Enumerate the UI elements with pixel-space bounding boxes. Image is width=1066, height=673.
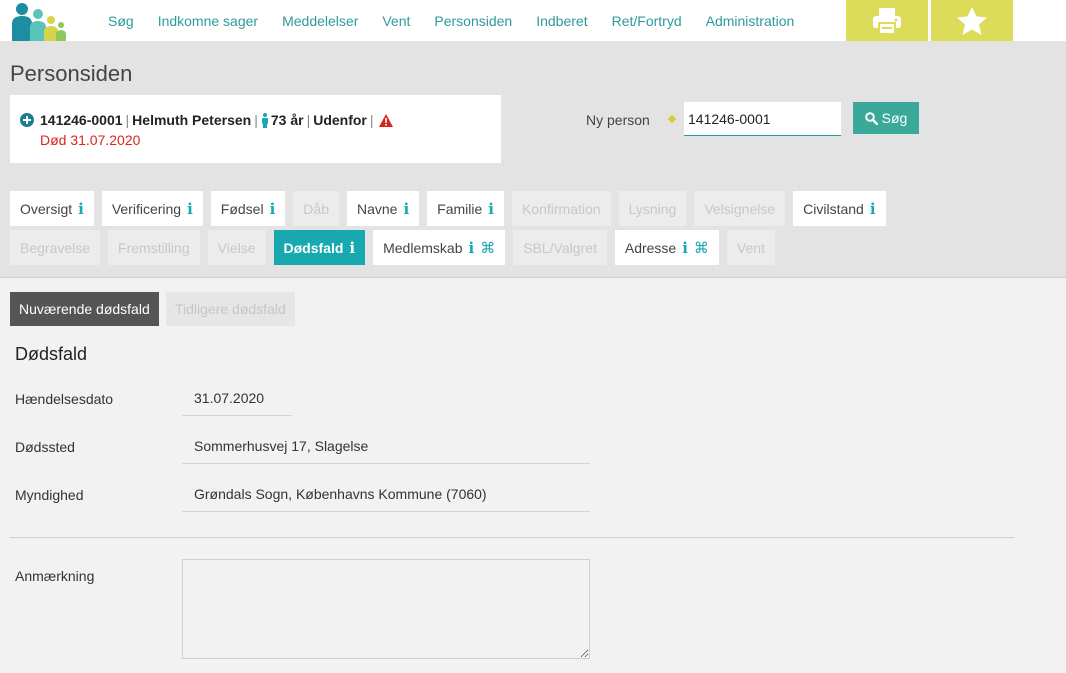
section-title: Dødsfald: [15, 344, 88, 364]
person-name: Helmuth Petersen: [132, 112, 252, 128]
tab-velsignelse: Velsignelse: [694, 191, 786, 226]
tab-label: SBL/Valgret: [523, 239, 597, 256]
info-icon[interactable]: i: [349, 239, 355, 257]
tab-begravelse: Begravelse: [10, 230, 101, 265]
tab-previous-death[interactable]: Tidligere dødsfald: [166, 292, 295, 326]
person-status: Udenfor: [313, 112, 367, 128]
tab-adresse[interactable]: Adresse i ⌘: [614, 230, 719, 265]
tab-label: Vent: [736, 239, 765, 256]
info-icon[interactable]: i: [78, 200, 84, 218]
nav-item-indberet[interactable]: Indberet: [536, 13, 587, 29]
death-place-field[interactable]: Sommerhusvej 17, Slagelse: [182, 429, 590, 464]
required-marker: [667, 114, 677, 124]
tab-label: Verificering: [111, 200, 182, 217]
authority-label: Myndighed: [15, 487, 84, 503]
info-icon[interactable]: i: [682, 239, 688, 257]
tab-row-2: Begravelse Fremstilling Vielse Dødsfald i Med…: [10, 230, 783, 265]
search-button[interactable]: Søg: [853, 102, 919, 134]
tab-label: Velsignelse: [704, 200, 776, 217]
separator: |: [254, 112, 258, 128]
tab-vent: Vent: [726, 230, 775, 265]
info-icon[interactable]: i: [187, 200, 193, 218]
tab-dodsfald[interactable]: Dødsfald i: [273, 230, 366, 265]
person-cpr: 141246-0001: [40, 112, 123, 128]
event-date-label: Hændelsesdato: [15, 391, 114, 407]
remark-textarea[interactable]: [182, 559, 590, 659]
person-card: 141246-0001 | Helmuth Petersen | 73 år |…: [10, 95, 501, 163]
tab-familie[interactable]: Familie i: [427, 191, 504, 226]
separator: |: [306, 112, 311, 128]
info-icon[interactable]: i: [468, 239, 474, 257]
page-title: Personsiden: [10, 61, 133, 86]
tab-label: Navne: [356, 200, 398, 217]
tab-oversigt[interactable]: Oversigt i: [10, 191, 94, 226]
event-date-field[interactable]: 31.07.2020: [182, 381, 292, 416]
authority-field[interactable]: Grøndals Sogn, Københavns Kommune (7060): [182, 477, 590, 512]
tab-label: Oversigt: [20, 200, 73, 217]
nav-item-personsiden[interactable]: Personsiden: [434, 13, 512, 29]
tab-label: Medlemskab: [383, 239, 463, 256]
info-icon[interactable]: i: [488, 200, 494, 218]
tab-civilstand[interactable]: Civilstand i: [793, 191, 886, 226]
nav-item-meddelelser[interactable]: Meddelelser: [282, 13, 358, 29]
favorite-button[interactable]: [931, 0, 1013, 41]
top-bar: Søg Indkomne sager Meddelelser Vent Pers…: [0, 0, 1066, 41]
info-icon[interactable]: i: [870, 200, 876, 218]
plus-circle-icon[interactable]: [20, 113, 34, 127]
person-age: 73 år: [270, 112, 304, 128]
nav-item-sog[interactable]: Søg: [108, 13, 134, 29]
tab-label: Fremstilling: [118, 239, 190, 256]
nav-item-indkomne-sager[interactable]: Indkomne sager: [158, 13, 258, 29]
main-content: Nuværende dødsfald Tidligere dødsfald Dø…: [0, 278, 1066, 673]
nav-item-ret-fortryd[interactable]: Ret/Fortryd: [612, 13, 682, 29]
tab-lysning: Lysning: [618, 191, 687, 226]
tab-label: Fødsel: [220, 200, 264, 217]
main-nav: Søg Indkomne sager Meddelelser Vent Pers…: [96, 0, 806, 41]
tab-fremstilling: Fremstilling: [108, 230, 200, 265]
person-icon: [261, 112, 268, 128]
divider: [10, 537, 1014, 538]
remark-label: Anmærkning: [15, 568, 95, 584]
person-summary: 141246-0001 | Helmuth Petersen | 73 år |…: [20, 112, 393, 128]
tab-verificering[interactable]: Verificering i: [101, 191, 203, 226]
death-date: Død 31.07.2020: [40, 132, 141, 148]
tab-label: Lysning: [628, 200, 677, 217]
info-icon[interactable]: i: [403, 200, 409, 218]
tab-label: Dåb: [303, 200, 329, 217]
tab-medlemskab[interactable]: Medlemskab i ⌘: [373, 230, 506, 265]
tab-dab: Dåb: [293, 191, 339, 226]
tab-label: Konfirmation: [521, 200, 601, 217]
command-icon[interactable]: ⌘: [694, 239, 709, 257]
warning-icon: [378, 113, 393, 127]
printer-icon: [873, 7, 901, 35]
tab-label: Vielse: [217, 239, 256, 256]
logo-icon: [8, 0, 68, 41]
death-place-label: Dødssted: [15, 439, 75, 455]
command-icon[interactable]: ⌘: [480, 239, 495, 257]
tab-fodsel[interactable]: Fødsel i: [210, 191, 286, 226]
tab-label: Begravelse: [20, 239, 91, 256]
cpr-search-input[interactable]: [684, 102, 841, 136]
tab-sbl-valgret: SBL/Valgret: [513, 230, 607, 265]
tab-label: Adresse: [624, 239, 677, 256]
nav-item-vent[interactable]: Vent: [382, 13, 410, 29]
print-button[interactable]: [846, 0, 928, 41]
tab-vielse: Vielse: [207, 230, 266, 265]
tab-label: Dødsfald: [283, 239, 344, 256]
info-icon[interactable]: i: [270, 200, 276, 218]
tab-konfirmation: Konfirmation: [511, 191, 611, 226]
nav-item-administration[interactable]: Administration: [706, 13, 795, 29]
search-icon: [864, 111, 878, 125]
separator: |: [369, 112, 374, 128]
tab-current-death[interactable]: Nuværende dødsfald: [10, 292, 159, 326]
new-person-label: Ny person: [586, 112, 650, 128]
search-button-label: Søg: [881, 110, 908, 126]
person-header: Personsiden 141246-0001 | Helmuth Peters…: [0, 41, 1066, 278]
star-icon: [957, 6, 987, 35]
tab-row-1: Oversigt i Verificering i Fødsel i Dåb Navne i Fa…: [10, 191, 894, 226]
tab-label: Civilstand: [803, 200, 864, 217]
tab-navne[interactable]: Navne i: [346, 191, 420, 226]
tab-label: Familie: [437, 200, 483, 217]
separator: |: [125, 112, 130, 128]
